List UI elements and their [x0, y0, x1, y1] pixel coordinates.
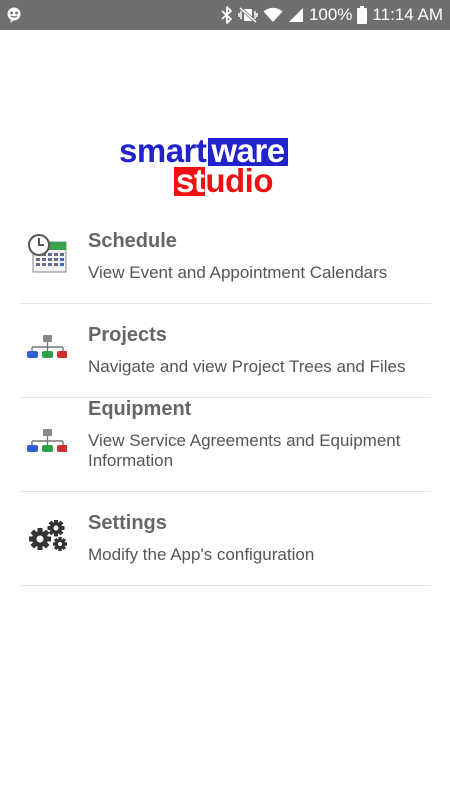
- status-bar: 100% 11:14 AM: [0, 0, 450, 30]
- menu-item-title: Projects: [88, 324, 167, 346]
- menu-item-settings[interactable]: Settings Modify the App's configuration: [20, 492, 431, 586]
- hierarchy-tree-icon: [27, 429, 68, 460]
- menu-item-projects[interactable]: Projects Navigate and view Project Trees…: [20, 304, 431, 398]
- wifi-icon: [263, 7, 283, 23]
- vibrate-mute-icon: [238, 6, 258, 24]
- logo-text-udio: udio: [205, 162, 273, 199]
- signal-icon: [288, 7, 304, 23]
- logo-text-st: st: [174, 161, 206, 199]
- notification-icon: [6, 7, 22, 23]
- menu-item-description: View Service Agreements and Equipment In…: [88, 431, 401, 470]
- menu-item-equipment[interactable]: Equipment View Service Agreements and Eq…: [20, 398, 431, 492]
- clock: 11:14 AM: [372, 5, 443, 24]
- menu-item-description: Modify the App's configuration: [88, 545, 315, 564]
- menu-item-title: Settings: [88, 512, 167, 534]
- calendar-clock-icon: [27, 233, 69, 280]
- menu-item-title: Schedule: [88, 230, 177, 252]
- hierarchy-tree-icon: [27, 335, 68, 366]
- menu-item-schedule[interactable]: Schedule View Event and Appointment Cale…: [20, 210, 431, 304]
- menu-item-description: Navigate and view Project Trees and File…: [88, 357, 406, 376]
- menu-item-title: Equipment: [88, 398, 192, 420]
- menu-item-description: View Event and Appointment Calendars: [88, 263, 388, 282]
- battery-icon: [357, 6, 368, 24]
- smartware-studio-logo: smart ware st udio: [119, 134, 331, 199]
- battery-percent: 100%: [308, 5, 353, 24]
- bluetooth-icon: [221, 6, 233, 24]
- gears-icon: [27, 519, 69, 557]
- main-menu: Schedule View Event and Appointment Cale…: [20, 210, 431, 586]
